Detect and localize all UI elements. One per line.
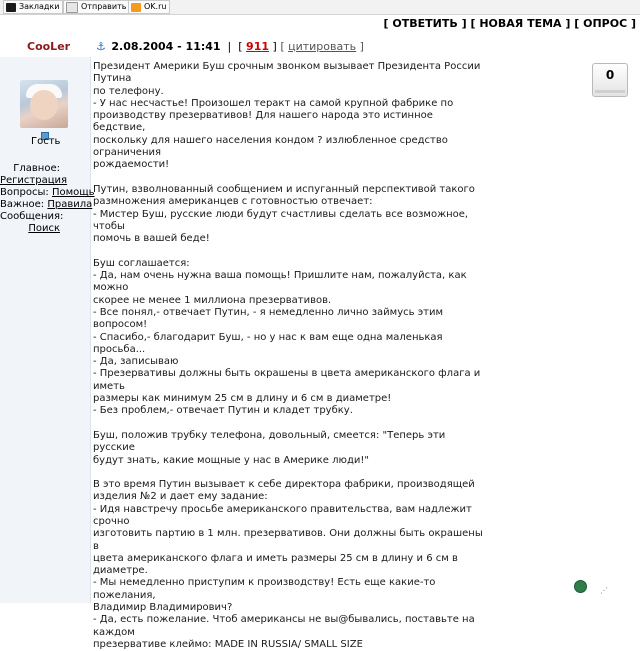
ok-label: OK.ru [144,2,167,11]
quote-link[interactable]: цитировать [288,40,356,53]
menu-main-label: Главное: [13,163,60,174]
user-status: Гость [31,136,61,147]
browser-toolbar: Закладки Отправить OK.ru [0,0,640,15]
post-paragraph: Буш соглашается: - Да, нам очень нужна в… [93,257,481,417]
resize-grip-icon: ⋰ [600,586,608,595]
post-meta: ⚓ 2.08.2004 - 11:41 | [ 911 ] [ цитирова… [96,40,364,53]
menu-questions-label: Вопросы: [0,187,49,198]
reply-button[interactable]: ОТВЕТИТЬ [392,17,457,30]
rating-bar [595,90,625,93]
register-link[interactable]: Регистрация [0,175,67,186]
rating-widget[interactable]: 0 [592,63,628,97]
send-button[interactable]: Отправить [63,0,131,14]
bookmarks-button[interactable]: Закладки [3,0,64,14]
topic-actions: [ ОТВЕТИТЬ ] [ НОВАЯ ТЕМА ] [ ОПРОС ] [383,17,636,30]
menu-important-label: Важное: [0,199,45,210]
ok-logo-icon [131,2,141,12]
post-date: 2.08.2004 - 11:41 [111,40,221,53]
post-number-link[interactable]: 911 [246,40,269,53]
ok-share-button[interactable]: OK.ru [128,0,171,14]
menu-messages-label: Сообщения: [0,211,64,222]
post-paragraph: Буш, положив трубку телефона, довольный,… [93,429,446,466]
post-author[interactable]: CooLer [27,40,70,53]
help-link[interactable]: Помощь [52,187,95,198]
send-label: Отправить [81,2,127,11]
search-link[interactable]: Поиск [28,223,60,234]
avatar [20,80,68,128]
anchor-icon[interactable]: ⚓ [96,40,106,53]
envelope-icon [66,1,78,13]
post-paragraph: В это время Путин вызывает к себе директ… [93,479,483,650]
bookmarks-label: Закладки [19,2,60,11]
post-paragraph: Президент Америки Буш срочным звонком вы… [93,61,481,171]
post-paragraph: Путин, взволнованный сообщением и испуга… [93,183,475,245]
globe-icon[interactable] [574,580,587,593]
rules-link[interactable]: Правила [47,199,92,210]
sidebar-menu: Главное: Регистрация Вопросы: Помощь Важ… [0,163,95,235]
post-body: Президент Америки Буш срочным звонком вы… [93,61,485,651]
bookmarks-icon [6,2,16,12]
new-topic-button[interactable]: НОВАЯ ТЕМА [479,17,561,30]
poll-button[interactable]: ОПРОС [583,17,627,30]
rating-value: 0 [605,68,615,82]
